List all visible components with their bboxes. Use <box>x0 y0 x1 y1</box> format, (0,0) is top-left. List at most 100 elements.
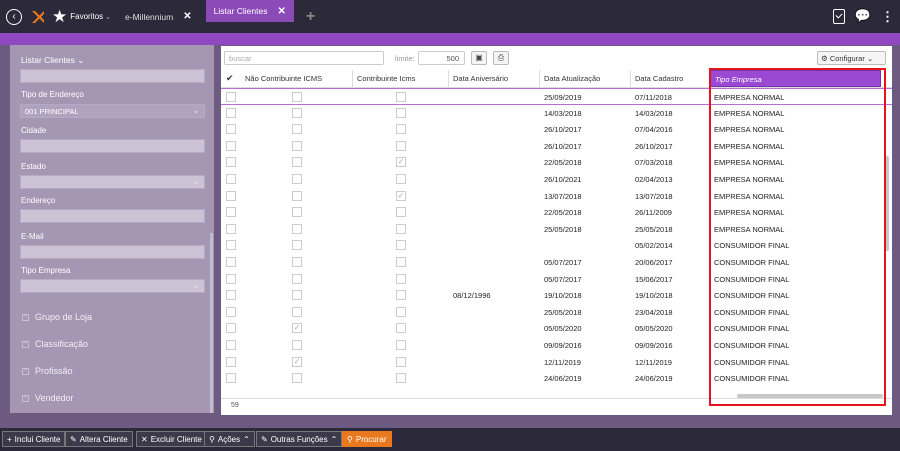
nao-contribuinte-checkbox[interactable] <box>292 340 302 350</box>
estado-select[interactable]: ⌄ <box>20 175 205 189</box>
tipo-endereco-select[interactable]: 001 PRINCIPAL ⌄ <box>20 104 205 118</box>
row-select-checkbox[interactable] <box>226 340 236 350</box>
table-row[interactable]: 14/03/2018 14/03/2018 EMPRESA NORMAL <box>221 105 892 122</box>
column-header-data-aniversario[interactable]: Data Aniversário <box>449 70 540 87</box>
contribuinte-checkbox[interactable] <box>396 373 406 384</box>
table-row[interactable]: 05/02/2014 CONSUMIDOR FINAL <box>221 237 892 254</box>
row-select-checkbox[interactable] <box>226 257 236 267</box>
close-tab-icon[interactable]: ✕ <box>277 6 285 17</box>
nao-contribuinte-checkbox[interactable] <box>292 373 302 384</box>
table-row[interactable]: 05/07/2017 15/06/2017 CONSUMIDOR FINAL <box>221 271 892 288</box>
contribuinte-checkbox[interactable] <box>396 340 406 350</box>
row-select-checkbox[interactable] <box>226 356 236 367</box>
contribuinte-checkbox[interactable] <box>396 207 406 218</box>
group-classificacao[interactable]: + Classificação <box>22 339 88 349</box>
row-select-checkbox[interactable] <box>226 373 236 384</box>
table-row[interactable]: ✓ 05/05/2020 05/05/2020 CONSUMIDOR FINAL <box>221 320 892 337</box>
nao-contribuinte-checkbox[interactable] <box>292 92 302 102</box>
contribuinte-checkbox[interactable] <box>396 306 406 317</box>
table-row[interactable]: 26/10/2021 02/04/2013 EMPRESA NORMAL <box>221 171 892 188</box>
contribuinte-checkbox[interactable] <box>396 140 406 151</box>
row-select-checkbox[interactable] <box>226 207 236 218</box>
column-header-contribuinte[interactable]: Contribuinte Icms <box>353 70 449 87</box>
table-row[interactable]: ✓ 13/07/2018 13/07/2018 EMPRESA NORMAL <box>221 188 892 205</box>
contribuinte-checkbox[interactable] <box>396 257 406 267</box>
contribuinte-checkbox[interactable] <box>396 107 406 118</box>
row-select-checkbox[interactable] <box>226 140 236 151</box>
sidebar-scrollbar[interactable] <box>210 233 213 413</box>
altera-cliente-button[interactable]: ✎ Altera Cliente <box>65 431 133 447</box>
limit-input[interactable]: 500 <box>418 51 465 65</box>
group-grupo-de-loja[interactable]: + Grupo de Loja <box>22 312 92 322</box>
row-select-checkbox[interactable] <box>226 273 236 284</box>
nao-contribuinte-checkbox[interactable] <box>292 273 302 284</box>
clipboard-icon[interactable] <box>832 8 845 24</box>
row-select-checkbox[interactable] <box>226 306 236 317</box>
nao-contribuinte-checkbox[interactable] <box>292 190 302 201</box>
more-icon[interactable]: ⋮ <box>881 10 894 23</box>
app-logo-icon[interactable] <box>30 9 46 25</box>
group-profissao[interactable]: + Profissão <box>22 366 73 376</box>
nao-contribuinte-checkbox[interactable]: ✓ <box>292 323 302 334</box>
row-select-checkbox[interactable] <box>226 323 236 334</box>
configure-button[interactable]: ⚙ Configurar ⌄ <box>817 51 886 65</box>
chat-icon[interactable]: 💬 <box>855 8 871 24</box>
contribuinte-checkbox[interactable] <box>396 223 406 234</box>
nao-contribuinte-checkbox[interactable] <box>292 257 302 267</box>
contribuinte-checkbox[interactable] <box>396 273 406 284</box>
export-excel-icon[interactable]: ▣ <box>471 51 487 65</box>
star-icon[interactable]: ★ <box>52 8 67 25</box>
contribuinte-checkbox[interactable]: ✓ <box>396 157 406 168</box>
nao-contribuinte-checkbox[interactable] <box>292 157 302 168</box>
close-tab-icon[interactable]: ✕ <box>183 11 191 22</box>
table-row[interactable]: ✓ 12/11/2019 12/11/2019 CONSUMIDOR FINAL <box>221 354 892 371</box>
print-icon[interactable]: ⎙ <box>493 51 509 65</box>
row-select-checkbox[interactable] <box>226 174 236 184</box>
back-icon[interactable]: ‹ <box>6 8 22 25</box>
nao-contribuinte-checkbox[interactable] <box>292 124 302 135</box>
tab-listar-clientes[interactable]: Listar Clientes ✕ <box>205 0 294 22</box>
column-header-data-cadastro[interactable]: Data Cadastro <box>631 70 710 87</box>
contribuinte-checkbox[interactable] <box>396 124 406 135</box>
row-select-checkbox[interactable] <box>226 124 236 135</box>
nao-contribuinte-checkbox[interactable] <box>292 223 302 234</box>
row-select-checkbox[interactable] <box>226 240 236 251</box>
row-select-checkbox[interactable] <box>226 92 236 102</box>
table-row[interactable]: 25/09/2019 07/11/2018 EMPRESA NORMAL <box>221 88 892 105</box>
column-header-tipo-empresa[interactable]: Tipo Empresa <box>710 70 881 87</box>
cidade-field[interactable] <box>20 139 205 153</box>
row-select-checkbox[interactable] <box>226 107 236 118</box>
row-select-checkbox[interactable] <box>226 290 236 301</box>
nao-contribuinte-checkbox[interactable]: ✓ <box>292 356 302 367</box>
tab-e-millennium[interactable]: e-Millennium ✕ <box>117 0 200 33</box>
nao-contribuinte-checkbox[interactable] <box>292 240 302 251</box>
row-select-checkbox[interactable] <box>226 157 236 168</box>
sidebar-title[interactable]: Listar Clientes ⌄ <box>21 55 84 66</box>
tipo-empresa-select[interactable]: ⌄ <box>20 279 205 293</box>
vertical-scrollbar[interactable] <box>884 156 889 251</box>
excluir-cliente-button[interactable]: ✕ Excluir Cliente <box>136 431 207 447</box>
contribuinte-checkbox[interactable] <box>396 356 406 367</box>
table-row[interactable]: 09/09/2016 09/09/2016 CONSUMIDOR FINAL <box>221 337 892 354</box>
table-row[interactable]: 22/05/2018 26/11/2009 EMPRESA NORMAL <box>221 204 892 221</box>
new-tab-icon[interactable]: + <box>306 8 315 26</box>
filter-field-top[interactable] <box>20 69 205 83</box>
table-row[interactable]: 25/05/2018 25/05/2018 EMPRESA NORMAL <box>221 221 892 238</box>
search-input[interactable]: buscar <box>224 51 384 65</box>
table-row[interactable]: 24/06/2019 24/06/2019 CONSUMIDOR FINAL <box>221 370 892 387</box>
table-row[interactable]: 26/10/2017 26/10/2017 EMPRESA NORMAL <box>221 138 892 155</box>
favorites-menu[interactable]: Favoritos <box>70 12 103 21</box>
row-select-checkbox[interactable] <box>226 190 236 201</box>
contribuinte-checkbox[interactable] <box>396 290 406 301</box>
column-header-nao-contribuinte[interactable]: Não Contribuinte ICMS <box>241 70 353 87</box>
nao-contribuinte-checkbox[interactable] <box>292 107 302 118</box>
contribuinte-checkbox[interactable] <box>396 174 406 184</box>
group-vendedor[interactable]: + Vendedor <box>22 393 74 403</box>
table-row[interactable]: 26/10/2017 07/04/2016 EMPRESA NORMAL <box>221 121 892 138</box>
table-row[interactable]: 05/07/2017 20/06/2017 CONSUMIDOR FINAL <box>221 254 892 271</box>
table-row[interactable]: 25/05/2018 23/04/2018 CONSUMIDOR FINAL <box>221 304 892 321</box>
endereco-field[interactable] <box>20 209 205 223</box>
column-header-data-atualizacao[interactable]: Data Atualização <box>540 70 631 87</box>
table-row[interactable]: 08/12/1996 19/10/2018 19/10/2018 CONSUMIDOR… <box>221 287 892 304</box>
table-row[interactable]: ✓ 22/05/2018 07/03/2018 EMPRESA NORMAL <box>221 154 892 171</box>
